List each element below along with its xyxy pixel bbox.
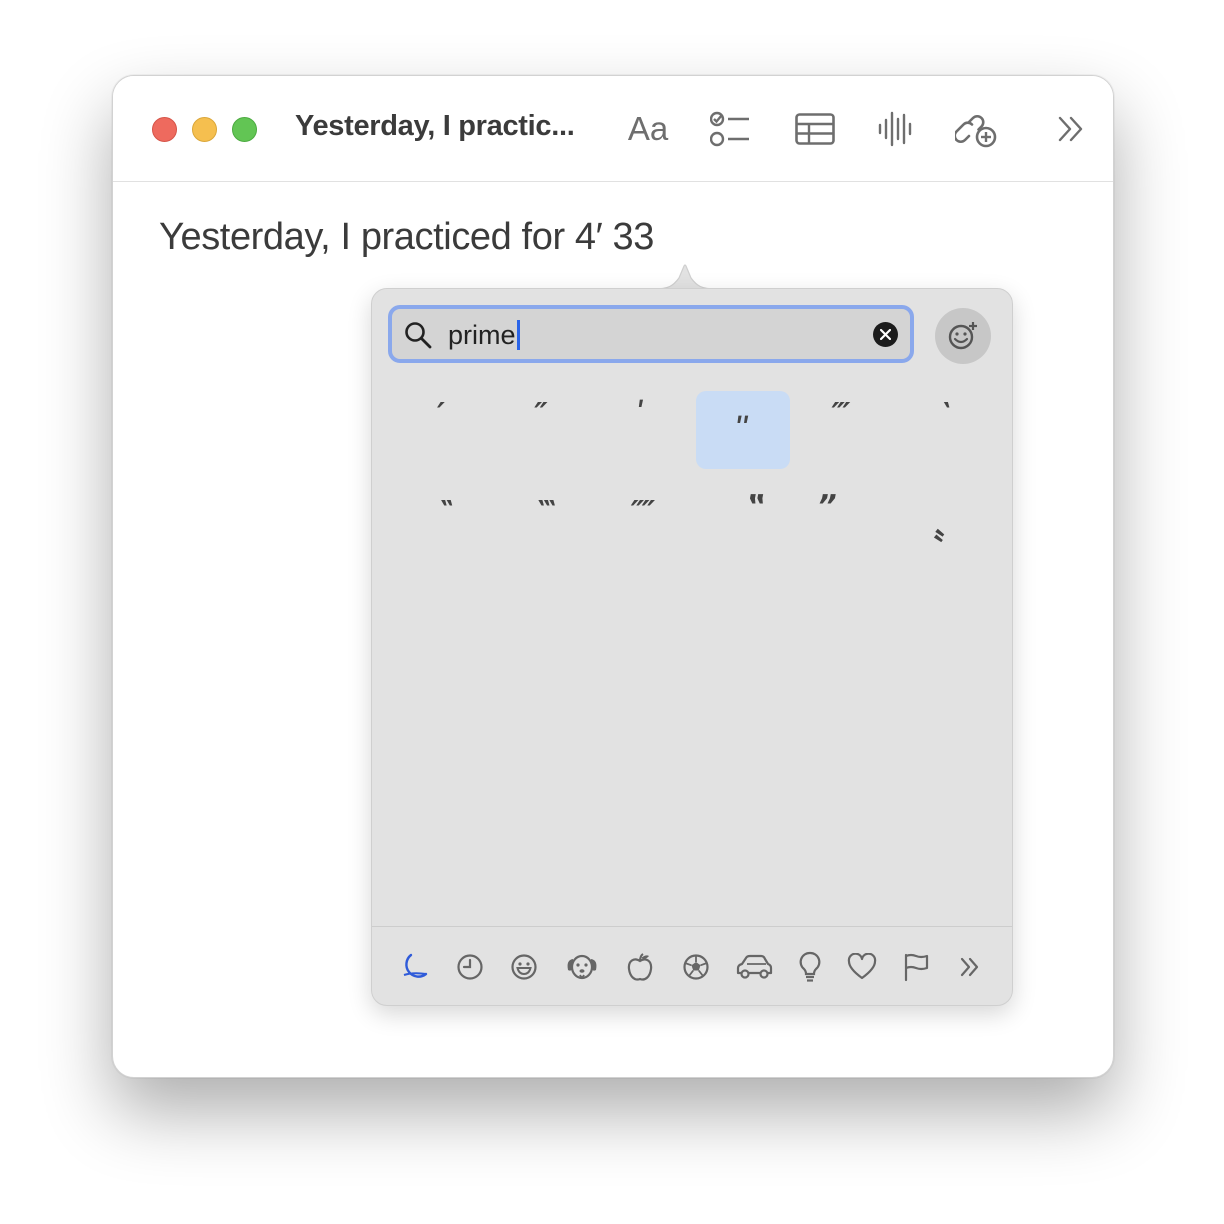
emoji-result-selected[interactable]: ʺ <box>696 391 790 469</box>
popover-arrow <box>653 264 717 290</box>
emoji-result[interactable]: 〝 <box>880 505 970 579</box>
emoji-result[interactable]: ‵ <box>898 377 988 451</box>
category-animals[interactable] <box>562 945 602 989</box>
collaborate-button[interactable] <box>951 106 1001 152</box>
chevron-double-right-icon <box>960 957 979 977</box>
minimize-window-button[interactable] <box>192 117 217 142</box>
smiley-plus-icon <box>948 322 977 350</box>
search-icon <box>405 322 432 349</box>
category-recent[interactable] <box>450 945 490 989</box>
crescent-sticker-icon <box>403 953 428 978</box>
category-divider <box>372 926 1012 927</box>
soccer-ball-icon <box>683 954 709 980</box>
clear-search-button[interactable] <box>873 322 898 347</box>
zoom-window-button[interactable] <box>232 117 257 142</box>
window-title: Yesterday, I practic... <box>295 110 575 142</box>
checklist-button[interactable] <box>707 106 753 152</box>
waveform-icon <box>878 111 912 147</box>
emoji-picker-popover: prime ′ ″ ʹ ʺ ‴ ‵ ‶ ‷ ⁗ ‟ ” 〝 <box>371 288 1013 1006</box>
category-travel[interactable] <box>734 945 774 989</box>
emoji-search-field[interactable]: prime <box>388 305 914 363</box>
car-icon <box>736 954 773 979</box>
emoji-result[interactable]: ʹ <box>596 377 686 451</box>
category-more-button[interactable] <box>950 945 990 989</box>
table-button[interactable] <box>791 106 839 152</box>
category-food[interactable] <box>620 945 660 989</box>
titlebar: Yesterday, I practic... Aa <box>113 76 1113 182</box>
emoji-result[interactable]: ′ <box>396 377 486 451</box>
dog-icon <box>567 954 597 980</box>
emoji-result[interactable]: ‴ <box>796 377 886 451</box>
emoji-result[interactable]: ″ <box>496 377 586 451</box>
audio-record-button[interactable] <box>873 106 917 152</box>
emoji-category-bar <box>394 945 994 989</box>
emoji-result[interactable]: ⁗ <box>598 475 688 549</box>
apple-icon <box>627 953 653 981</box>
note-body-text[interactable]: Yesterday, I practiced for 4′ 33 <box>159 216 654 259</box>
add-custom-emoji-button[interactable] <box>935 308 991 364</box>
heart-icon <box>847 953 877 980</box>
emoji-result[interactable]: ‶ <box>398 475 488 549</box>
chevron-double-right-icon <box>1058 116 1083 142</box>
toolbar-overflow-button[interactable] <box>1053 106 1089 152</box>
category-stickers[interactable] <box>394 945 434 989</box>
category-smileys[interactable] <box>504 945 544 989</box>
category-activity[interactable] <box>676 945 716 989</box>
search-icon-container <box>404 321 432 354</box>
lightbulb-icon <box>799 951 821 982</box>
category-objects[interactable] <box>790 945 830 989</box>
search-input-value[interactable]: prime <box>448 320 520 351</box>
table-icon <box>795 113 835 145</box>
flag-icon <box>904 953 929 982</box>
emoji-result[interactable]: ‷ <box>498 475 588 549</box>
close-icon <box>880 329 891 340</box>
format-button[interactable]: Aa <box>623 106 673 152</box>
notes-window: Yesterday, I practic... Aa Yesterday, I … <box>112 75 1114 1078</box>
emoji-result[interactable]: ” <box>782 469 872 543</box>
close-window-button[interactable] <box>152 117 177 142</box>
text-caret <box>516 320 520 350</box>
category-flags[interactable] <box>896 945 936 989</box>
smiley-icon <box>511 954 537 980</box>
category-symbols[interactable] <box>842 945 882 989</box>
clock-icon <box>457 954 483 980</box>
checklist-icon <box>710 111 749 147</box>
collaborate-link-icon <box>955 115 997 148</box>
